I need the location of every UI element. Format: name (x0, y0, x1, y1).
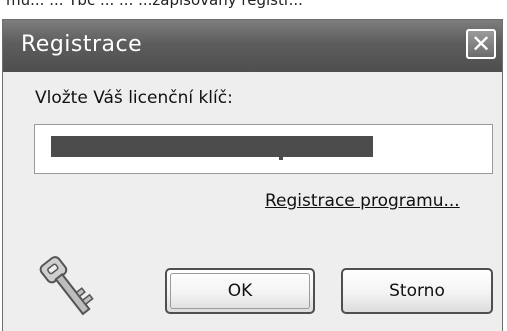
background-text: mu... ... Tbč ... ... ...zapisovaný regi… (6, 0, 303, 9)
ok-button[interactable]: OK (165, 268, 315, 314)
background-text-fragment: mu... ... Tbč ... ... ...zapisovaný regi… (0, 0, 507, 16)
close-button[interactable]: ✕ (466, 29, 496, 59)
cancel-button-label: Storno (389, 281, 445, 301)
license-key-input[interactable] (34, 124, 493, 174)
register-program-link[interactable]: Registrace programu... (265, 191, 460, 211)
dialog-title: Registrace (21, 32, 143, 57)
ok-button-label: OK (227, 281, 253, 301)
title-bar[interactable]: Registrace ✕ (3, 20, 502, 72)
registration-dialog: Registrace ✕ Vložte Váš licenční klíč: R… (2, 19, 503, 331)
cancel-button[interactable]: Storno (341, 268, 493, 314)
key-icon (37, 252, 107, 324)
license-key-label: Vložte Váš licenční klíč: (35, 88, 233, 108)
license-key-redacted-value (51, 136, 373, 157)
close-icon: ✕ (470, 30, 492, 58)
text-cursor (279, 157, 283, 160)
